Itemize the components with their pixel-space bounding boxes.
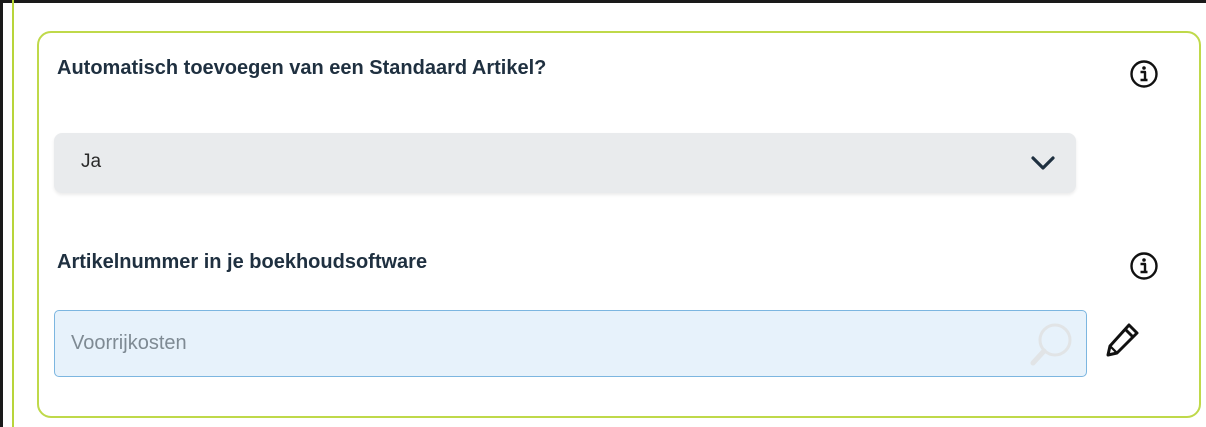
select-value: Ja [81,151,102,172]
info-icon[interactable] [1129,251,1159,281]
standard-article-select[interactable]: Ja [54,133,1076,193]
settings-panel: Automatisch toevoegen van een Standaard … [0,0,1206,427]
standard-article-label: Automatisch toevoegen van een Standaard … [57,57,547,79]
left-border [0,0,3,427]
article-number-input[interactable] [54,310,1087,377]
accent-bar [12,0,14,427]
article-number-label: Artikelnummer in je boekhoudsoftware [57,251,428,273]
top-border [0,0,1206,3]
chevron-down-icon [1031,156,1055,170]
info-icon[interactable] [1129,59,1159,89]
pencil-icon[interactable] [1104,320,1142,358]
search-icon [1030,323,1072,366]
